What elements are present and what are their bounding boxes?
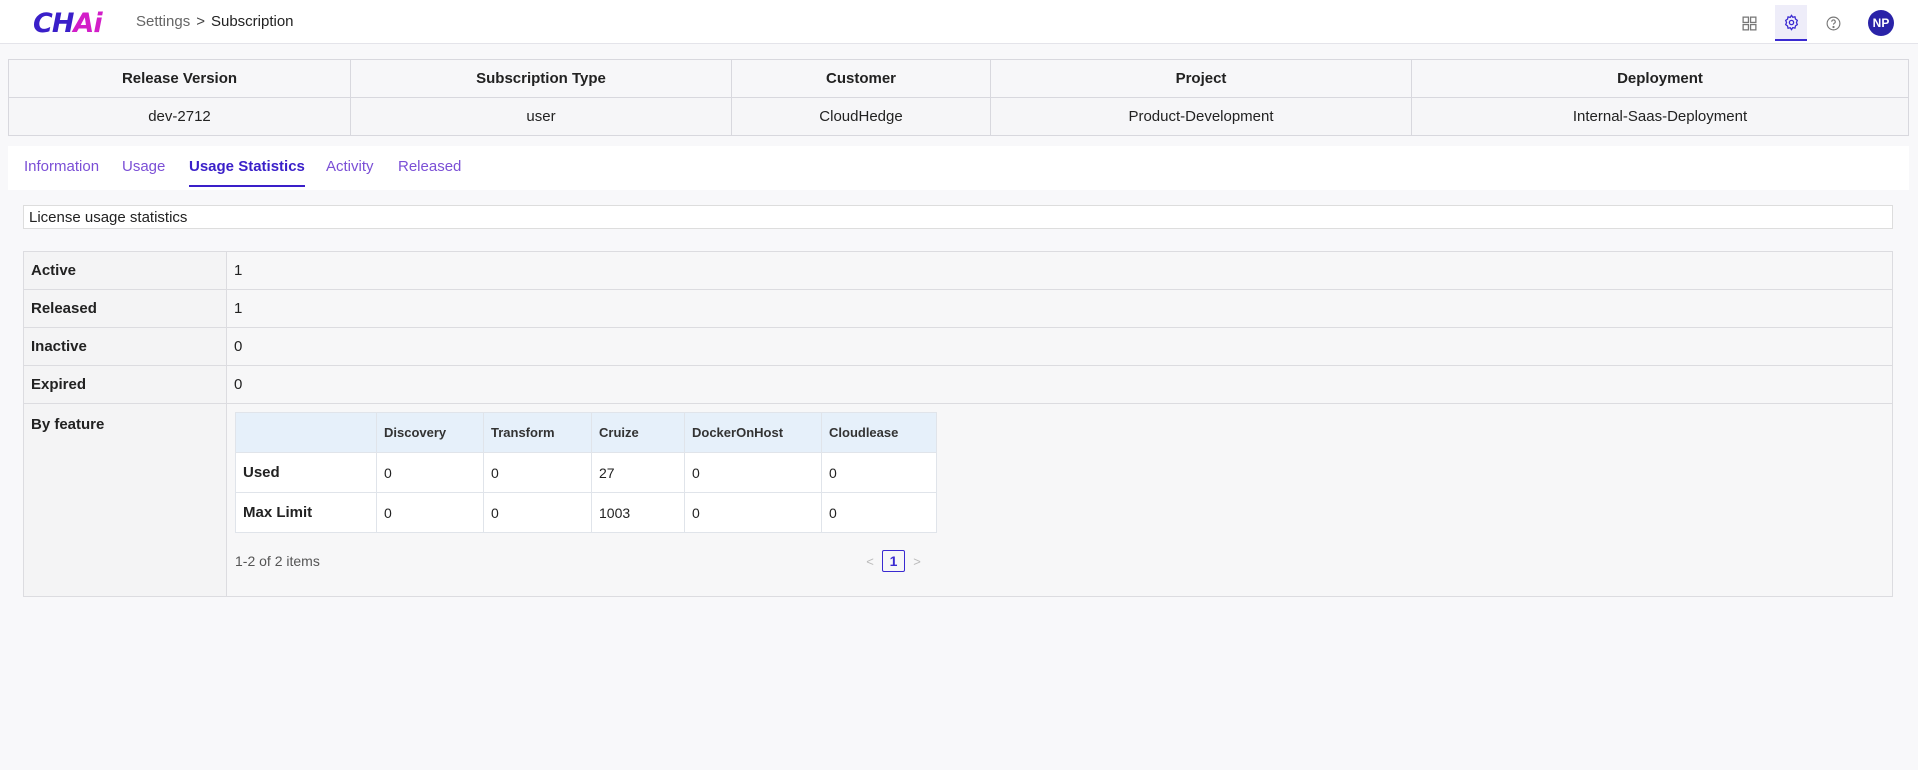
row-label: Used [235, 452, 377, 493]
release-version-cell: dev-2712 [8, 97, 351, 136]
stat-value: 1 [234, 300, 243, 317]
breadcrumb-settings[interactable]: Settings [136, 13, 190, 30]
tab-usage[interactable]: Usage [122, 158, 165, 185]
column-header: Customer [731, 59, 991, 98]
stat-label: Expired [24, 366, 227, 403]
stat-label: Active [24, 252, 227, 289]
tab-bar: Information Usage Usage Statistics Activ… [8, 146, 1909, 190]
next-page-icon[interactable]: > [910, 554, 924, 569]
stat-row-active: Active 1 [24, 252, 1892, 290]
gear-icon[interactable] [1775, 5, 1807, 41]
column-header: Deployment [1411, 59, 1909, 98]
breadcrumb: Settings > Subscription [136, 13, 294, 30]
breadcrumb-separator: > [196, 13, 205, 30]
feature-table-container: Discovery Transform Cruize DockerOnHost … [227, 404, 1892, 596]
prev-page-icon[interactable]: < [863, 554, 877, 569]
customer-cell: CloudHedge [731, 97, 991, 136]
pagination-info: 1-2 of 2 items [235, 553, 320, 569]
table-cell: 1003 [591, 492, 685, 533]
stat-label: Inactive [24, 328, 227, 365]
table-cell: 0 [376, 452, 484, 493]
top-bar: CHAi Settings > Subscription NP [0, 0, 1918, 44]
stat-row-expired: Expired 0 [24, 366, 1892, 404]
table-header-row: Release Version Subscription Type Custom… [8, 59, 1909, 98]
column-header: Subscription Type [350, 59, 732, 98]
table-cell: 0 [684, 492, 822, 533]
avatar[interactable]: NP [1868, 10, 1894, 36]
breadcrumb-subscription: Subscription [210, 13, 294, 30]
table-cell: 0 [821, 452, 937, 493]
deployment-cell: Internal-Saas-Deployment [1411, 97, 1909, 136]
stat-label: By feature [24, 404, 227, 596]
stat-row-by-feature: By feature Discovery Transform Cruize Do… [24, 404, 1892, 596]
stat-label: Released [24, 290, 227, 327]
column-header: Discovery [376, 412, 484, 453]
table-cell: 0 [376, 492, 484, 533]
stat-value: 0 [234, 338, 243, 355]
tab-usage-statistics[interactable]: Usage Statistics [189, 158, 305, 187]
row-label: Max Limit [235, 492, 377, 533]
column-header: Cloudlease [821, 412, 937, 453]
column-header: DockerOnHost [684, 412, 822, 453]
table-cell: 0 [483, 452, 592, 493]
table-cell: 0 [684, 452, 822, 493]
feature-usage-table: Discovery Transform Cruize DockerOnHost … [235, 412, 937, 533]
table-row: Max Limit 0 0 1003 0 0 [235, 492, 937, 533]
column-header: Release Version [8, 59, 351, 98]
tab-released[interactable]: Released [398, 158, 461, 185]
table-cell: 27 [591, 452, 685, 493]
page-button-1[interactable]: 1 [882, 550, 905, 572]
grid-icon[interactable] [1733, 5, 1765, 41]
table-header-row: Discovery Transform Cruize DockerOnHost … [235, 412, 937, 453]
stat-value: 1 [234, 262, 243, 279]
table-cell: 0 [821, 492, 937, 533]
logo[interactable]: CHAi [33, 8, 103, 39]
column-header: Cruize [591, 412, 685, 453]
table-row: Used 0 0 27 0 0 [235, 452, 937, 493]
stat-value: 0 [234, 376, 243, 393]
stat-row-released: Released 1 [24, 290, 1892, 328]
stat-row-inactive: Inactive 0 [24, 328, 1892, 366]
help-icon[interactable] [1817, 5, 1849, 41]
table-row: dev-2712 user CloudHedge Product-Develop… [8, 97, 1909, 136]
table-cell: 0 [483, 492, 592, 533]
column-header: Project [990, 59, 1412, 98]
pagination: < 1 > [863, 550, 924, 572]
column-header: Transform [483, 412, 592, 453]
tab-information[interactable]: Information [24, 158, 99, 185]
license-usage-title: License usage statistics [23, 205, 1893, 229]
license-stats-table: Active 1 Released 1 Inactive 0 Expired 0… [23, 251, 1893, 597]
tab-activity[interactable]: Activity [326, 158, 374, 185]
project-cell: Product-Development [990, 97, 1412, 136]
subscription-type-cell: user [350, 97, 732, 136]
subscription-summary-table: Release Version Subscription Type Custom… [8, 59, 1909, 136]
column-header [235, 412, 377, 453]
